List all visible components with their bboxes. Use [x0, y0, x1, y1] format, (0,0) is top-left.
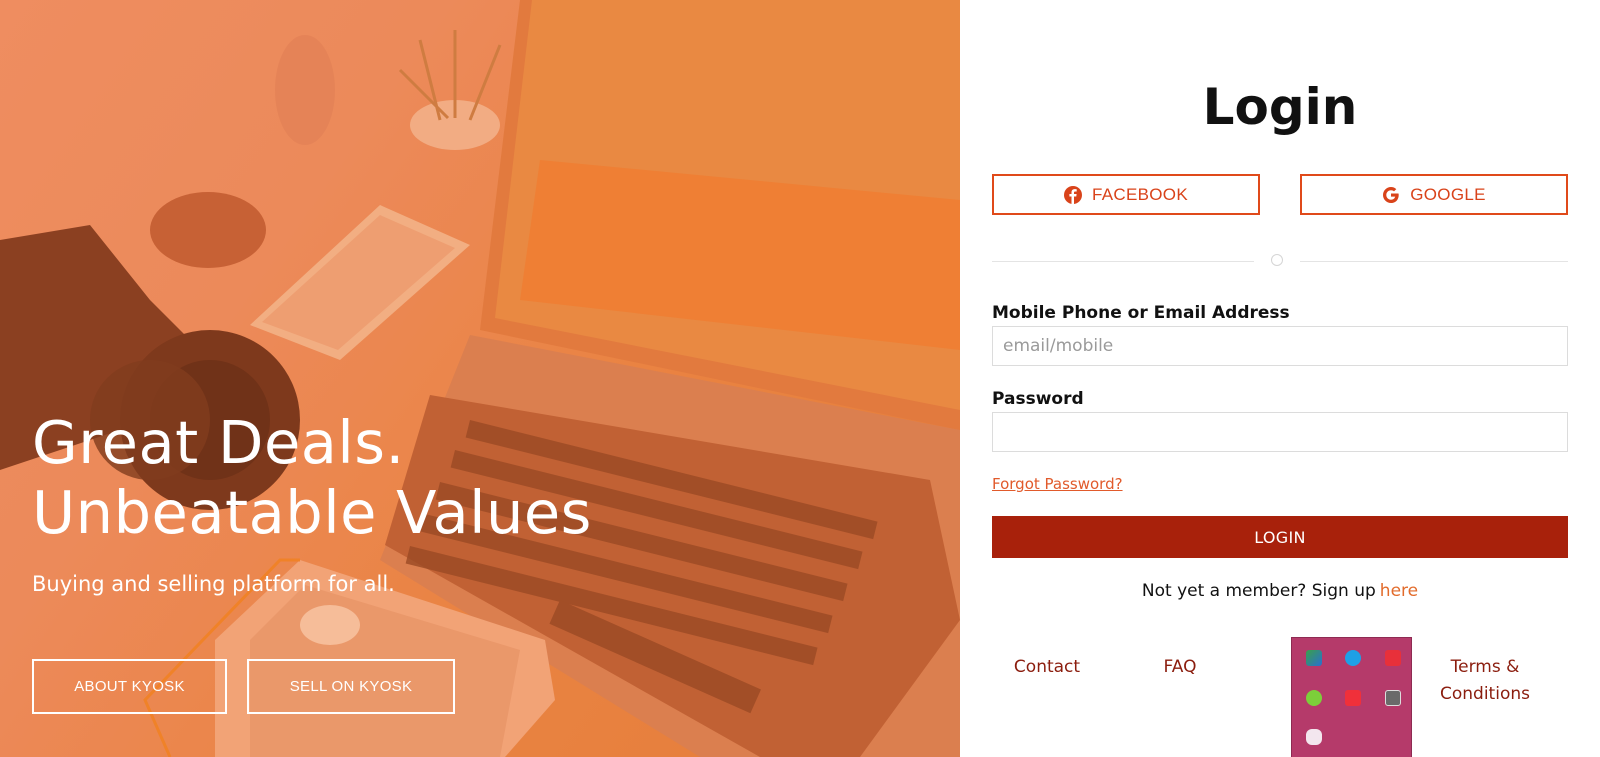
footer-terms-link[interactable]: Terms & Conditions [1420, 654, 1550, 708]
forgot-password-link[interactable]: Forgot Password? [992, 475, 1123, 493]
password-label: Password [992, 389, 1084, 409]
signup-text: Not yet a member? Sign up [1141, 581, 1376, 601]
hero-banner: Great Deals. Unbeatable Values Buying an… [0, 0, 960, 757]
system-tray-popup [1291, 637, 1412, 757]
facebook-icon [1064, 185, 1083, 204]
login-submit-button[interactable]: LOGIN [992, 516, 1568, 558]
about-kyosk-button[interactable]: ABOUT KYOSK [32, 659, 227, 714]
password-input[interactable] [992, 412, 1568, 452]
hero-tagline: Buying and selling platform for all. [32, 572, 395, 596]
hero-headline-line2: Unbeatable Values [32, 478, 592, 547]
divider-circle [1271, 254, 1283, 266]
facebook-login-button[interactable]: FACEBOOK [992, 174, 1260, 215]
login-title: Login [1202, 78, 1358, 136]
facebook-label: FACEBOOK [1092, 184, 1188, 204]
discord-icon[interactable] [1306, 729, 1322, 745]
signup-prompt: Not yet a member? Sign up here [960, 581, 1600, 601]
s-app-icon[interactable] [1385, 650, 1401, 666]
hero-headline: Great Deals. Unbeatable Values [32, 408, 592, 548]
hero-text: Great Deals. Unbeatable Values Buying an… [32, 408, 592, 596]
google-login-button[interactable]: GOOGLE [1300, 174, 1568, 215]
utorrent-icon[interactable] [1306, 690, 1322, 706]
screen-share-icon[interactable] [1345, 690, 1361, 706]
terms-line1: Terms & [1450, 657, 1520, 677]
email-mobile-input[interactable] [992, 326, 1568, 366]
network-icon[interactable] [1306, 650, 1322, 666]
hero-headline-line1: Great Deals. [32, 408, 405, 477]
identifier-label: Mobile Phone or Email Address [992, 303, 1290, 323]
hero-background-image [0, 0, 960, 757]
signup-here-link[interactable]: here [1380, 581, 1418, 601]
skype-icon[interactable] [1345, 650, 1361, 666]
sell-on-kyosk-button[interactable]: SELL ON KYOSK [247, 659, 455, 714]
login-panel: Login FACEBOOK GOOGLE Mobile Phone or Em… [960, 0, 1600, 757]
terms-line2: Conditions [1440, 684, 1530, 704]
footer-faq-link[interactable]: FAQ [1150, 654, 1210, 681]
divider-left [992, 261, 1254, 262]
monitor-icon[interactable] [1385, 690, 1401, 706]
google-icon [1383, 186, 1399, 203]
divider-right [1300, 261, 1568, 262]
google-label: GOOGLE [1410, 184, 1486, 204]
footer-contact-link[interactable]: Contact [1002, 654, 1092, 681]
